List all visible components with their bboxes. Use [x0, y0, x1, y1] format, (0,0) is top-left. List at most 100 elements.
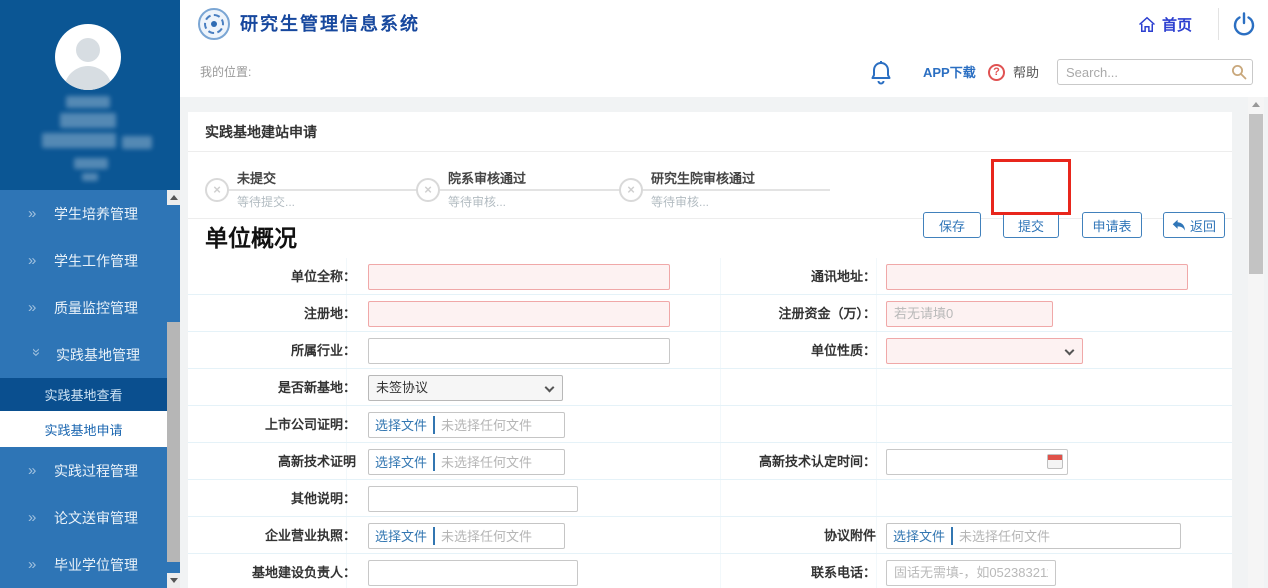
- sidebar-item-student-work[interactable]: » 学生工作管理: [0, 237, 167, 284]
- table-row: 基地建设负责人： 联系电话：: [188, 554, 1232, 588]
- profile-chevron-icon: [82, 173, 98, 181]
- sidebar-item-student-training[interactable]: » 学生培养管理: [0, 190, 167, 237]
- home-link[interactable]: 首页: [1138, 0, 1192, 48]
- sidebar-item-graduation-degree[interactable]: » 毕业学位管理: [0, 541, 167, 588]
- search-box: [1057, 59, 1253, 85]
- form-table: 单位全称： 通讯地址： 注册地： 注册资金（万）： 所属行业： 单位性质：: [188, 258, 1232, 588]
- step-title: 院系审核通过: [448, 168, 526, 187]
- choose-file-button[interactable]: 选择文件: [887, 526, 951, 545]
- sidebar-subitem-label: 实践基地申请: [44, 420, 122, 439]
- step-connector: [440, 189, 620, 191]
- calendar-icon[interactable]: [1047, 454, 1063, 469]
- home-icon: [1138, 16, 1156, 33]
- avatar[interactable]: [55, 24, 121, 90]
- field-label: 通讯地址：: [588, 258, 876, 295]
- table-row: 上市公司证明： 选择文件 未选择任何文件: [188, 406, 1232, 443]
- field-label: 注册资金（万）：: [588, 295, 876, 332]
- new-base-select[interactable]: 未签协议: [368, 375, 563, 401]
- hightech-proof-file-input[interactable]: 选择文件 未选择任何文件: [368, 449, 565, 475]
- application-form-button[interactable]: 申请表: [1082, 212, 1142, 238]
- top-header: 研究生管理信息系统 首页: [180, 0, 1268, 49]
- hightech-date-input[interactable]: [886, 449, 1068, 475]
- power-icon: [1232, 12, 1256, 36]
- sidebar-item-thesis-review[interactable]: » 论文送审管理: [0, 494, 167, 541]
- step-status-icon: ×: [205, 178, 229, 202]
- user-extra-redacted: [74, 158, 108, 169]
- university-logo-icon: [198, 8, 230, 40]
- field-label: 单位性质：: [588, 332, 876, 369]
- search-icon[interactable]: [1231, 64, 1247, 80]
- panel-header: 实践基地建站申请: [188, 112, 1232, 152]
- triangle-up-icon: [1252, 102, 1260, 107]
- help-link[interactable]: 帮助: [1013, 48, 1039, 97]
- field-label: 高新技术认定时间：: [588, 443, 876, 480]
- field-label: 协议附件: [588, 517, 876, 554]
- app-download-link[interactable]: APP下载: [923, 48, 976, 97]
- page-scrollbar[interactable]: [1248, 97, 1264, 588]
- sidebar-item-practice-process[interactable]: » 实践过程管理: [0, 447, 167, 494]
- address-input[interactable]: [886, 264, 1188, 290]
- sidebar: » 学生培养管理 » 学生工作管理 » 质量监控管理 » 实践基地管理 实践基地…: [0, 0, 180, 588]
- avatar-person-icon: [76, 38, 100, 62]
- breadcrumb: 我的位置:: [200, 48, 251, 97]
- save-button[interactable]: 保存: [923, 212, 981, 238]
- step-status-icon: ×: [619, 178, 643, 202]
- search-input[interactable]: [1058, 60, 1244, 84]
- secondary-toolbar: 我的位置: APP下载 ? 帮助: [180, 48, 1268, 98]
- user-profile-panel: [0, 0, 180, 190]
- header-divider: [1218, 8, 1219, 40]
- registered-capital-input[interactable]: [886, 301, 1053, 327]
- sidebar-item-practice-base[interactable]: » 实践基地管理: [0, 331, 167, 378]
- notification-bell-button[interactable]: [870, 61, 892, 85]
- page-title: 实践基地建站申请: [205, 112, 317, 152]
- section-title: 单位概况: [205, 219, 805, 258]
- sidebar-subitem-practice-base-apply[interactable]: 实践基地申请: [0, 411, 167, 447]
- agreement-attachment-file-input[interactable]: 选择文件 未选择任何文件: [886, 523, 1181, 549]
- choose-file-button[interactable]: 选择文件: [369, 452, 433, 471]
- file-status-text: 未选择任何文件: [435, 452, 538, 471]
- sidebar-item-label: 学生培养管理: [54, 204, 138, 224]
- sidebar-item-label: 论文送审管理: [54, 508, 138, 528]
- step-title: 研究生院审核通过: [651, 168, 755, 187]
- back-arrow-icon: [1172, 219, 1186, 231]
- power-logout-button[interactable]: [1232, 12, 1256, 36]
- workflow-steps: × 未提交 等待提交... × 院系审核通过 等待审核... × 研究生院审核通…: [188, 152, 1232, 219]
- scroll-up-button[interactable]: [1249, 97, 1263, 112]
- step-connector: [643, 189, 830, 191]
- chevron-right-icon: »: [28, 509, 54, 526]
- field-label: 上市公司证明：: [188, 406, 356, 443]
- field-label: 联系电话：: [588, 554, 876, 588]
- step-subtitle: 等待审核...: [448, 193, 506, 210]
- scroll-up-button[interactable]: [167, 190, 180, 205]
- choose-file-button[interactable]: 选择文件: [369, 526, 433, 545]
- help-question-icon[interactable]: ?: [988, 64, 1005, 81]
- submit-button[interactable]: 提交: [1003, 212, 1059, 238]
- listed-company-proof-file-input[interactable]: 选择文件 未选择任何文件: [368, 412, 565, 438]
- sidebar-subitem-practice-base-view[interactable]: 实践基地查看: [0, 378, 167, 411]
- field-label: 所属行业：: [188, 332, 356, 369]
- form-panel: 实践基地建站申请 × 未提交 等待提交... × 院系审核通过 等待审核... …: [188, 112, 1232, 588]
- scrollbar-thumb[interactable]: [167, 322, 180, 562]
- back-button[interactable]: 返回: [1163, 212, 1225, 238]
- phone-input[interactable]: [886, 560, 1056, 586]
- chevron-right-icon: »: [28, 252, 54, 269]
- user-role-redacted: [122, 136, 152, 149]
- sidebar-item-label: 毕业学位管理: [54, 555, 138, 575]
- sidebar-item-quality-monitor[interactable]: » 质量监控管理: [0, 284, 167, 331]
- choose-file-button[interactable]: 选择文件: [369, 415, 433, 434]
- scrollbar-thumb[interactable]: [1249, 114, 1263, 274]
- chevron-right-icon: »: [28, 556, 54, 573]
- chevron-right-icon: »: [28, 462, 54, 479]
- chevron-right-icon: »: [28, 205, 54, 222]
- field-label: 其他说明：: [188, 480, 356, 517]
- sidebar-item-label: 实践过程管理: [54, 461, 138, 481]
- bell-icon: [870, 61, 892, 85]
- business-license-file-input[interactable]: 选择文件 未选择任何文件: [368, 523, 565, 549]
- other-note-input[interactable]: [368, 486, 578, 512]
- table-row: 高新技术证明 选择文件 未选择任何文件 高新技术认定时间：: [188, 443, 1232, 480]
- base-lead-input[interactable]: [368, 560, 578, 586]
- unit-nature-select[interactable]: [886, 338, 1083, 364]
- sidebar-scrollbar[interactable]: [167, 190, 180, 588]
- scroll-down-button[interactable]: [167, 573, 180, 588]
- home-label: 首页: [1162, 14, 1192, 35]
